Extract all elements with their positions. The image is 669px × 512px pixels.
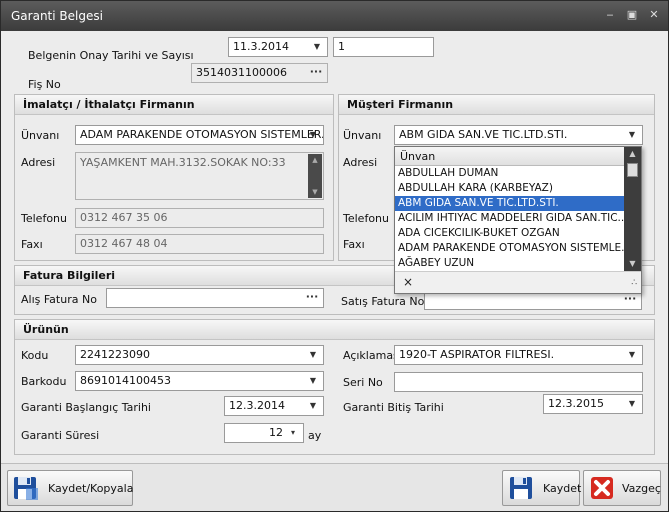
- kaydet-label: Kaydet: [543, 482, 582, 495]
- alis-fatura-input[interactable]: ···: [106, 288, 324, 308]
- vazgec-button[interactable]: Vazgeç: [583, 470, 661, 506]
- seri-label: Seri No: [343, 376, 383, 389]
- vazgec-label: Vazgeç: [622, 482, 661, 495]
- kodu-select[interactable]: 2241223090 ▼: [75, 345, 324, 365]
- kaydet-kopyala-label: Kaydet/Kopyala: [48, 482, 134, 495]
- title-bar: Garanti Belgesi ‒ ▣ ✕: [1, 1, 668, 31]
- imalatci-unvan-label: Ünvanı: [21, 129, 60, 142]
- alis-fatura-label: Alış Fatura No: [21, 293, 97, 306]
- garanti-belgesi-window: Garanti Belgesi ‒ ▣ ✕ Belgenin Onay Tari…: [0, 0, 669, 512]
- scroll-down-icon[interactable]: ▼: [624, 257, 641, 271]
- chevron-down-icon[interactable]: ▼: [311, 38, 323, 56]
- seri-input[interactable]: [394, 372, 643, 392]
- dropdown-column-header[interactable]: Ünvan: [395, 147, 625, 166]
- list-item[interactable]: ABDULLAH KARA (KARBEYAZ): [395, 181, 625, 196]
- musteri-group-title: Müşteri Firmanın: [339, 95, 654, 115]
- imalatci-adres-label: Adresi: [21, 156, 56, 169]
- adres-scrollbar[interactable]: ▲ ▼: [308, 154, 322, 198]
- imalatci-telefon-label: Telefonu: [21, 212, 67, 225]
- fis-no-value: 3514031100006: [196, 66, 287, 79]
- list-item[interactable]: AĞABEY UZUN: [395, 256, 625, 271]
- clear-icon[interactable]: ×: [403, 275, 413, 289]
- fis-label: Fiş No: [28, 78, 61, 91]
- cancel-icon: [591, 477, 613, 499]
- chevron-down-icon[interactable]: ▼: [626, 126, 638, 144]
- urun-group-title: Ürünün: [15, 320, 654, 340]
- musteri-fax-label: Faxı: [343, 238, 365, 251]
- bitis-value: 12.3.2015: [548, 397, 604, 410]
- onay-date-picker[interactable]: 11.3.2014 ▼: [228, 37, 328, 57]
- spin-down-icon[interactable]: ▾: [287, 424, 299, 442]
- kodu-value: 2241223090: [80, 348, 150, 361]
- scroll-up-icon[interactable]: ▲: [624, 147, 641, 161]
- ellipsis-icon[interactable]: ···: [304, 289, 320, 307]
- chevron-down-icon[interactable]: ▼: [626, 395, 638, 413]
- imalatci-fax-value: 0312 467 48 04: [80, 237, 168, 250]
- imalatci-adres-field[interactable]: YAŞAMKENT MAH.3132.SOKAK NO:33 ▲ ▼: [75, 152, 324, 200]
- barkod-select[interactable]: 8691014100453 ▼: [75, 371, 324, 391]
- musteri-telefon-label: Telefonu: [343, 212, 389, 225]
- restore-icon[interactable]: ▣: [625, 8, 639, 22]
- kaydet-button[interactable]: Kaydet: [502, 470, 582, 506]
- list-item[interactable]: ABDULLAH DUMAN: [395, 166, 625, 181]
- imalatci-unvan-select[interactable]: ADAM PARAKENDE OTOMASYON SISTEMLER... ▼: [75, 125, 324, 145]
- sure-unit: ay: [308, 429, 322, 442]
- sure-value: 12: [269, 426, 283, 439]
- onay-number-input[interactable]: 1: [333, 37, 434, 57]
- imalatci-telefon-value: 0312 467 35 06: [80, 211, 168, 224]
- chevron-down-icon[interactable]: ▼: [307, 346, 319, 364]
- chevron-down-icon[interactable]: ▼: [307, 126, 319, 144]
- barkod-label: Barkodu: [21, 375, 67, 388]
- baslangic-label: Garanti Başlangıç Tarihi: [21, 401, 151, 414]
- imalatci-group-title: İmalatçı / İthalatçı Firmanın: [15, 95, 333, 115]
- chevron-down-icon[interactable]: ▼: [307, 372, 319, 390]
- scroll-thumb[interactable]: [627, 163, 638, 177]
- chevron-down-icon[interactable]: ▼: [626, 346, 638, 364]
- onay-date-value: 11.3.2014: [233, 40, 289, 53]
- imalatci-fax-field[interactable]: 0312 467 48 04: [75, 234, 324, 254]
- onay-label: Belgenin Onay Tarihi ve Sayısı: [28, 49, 194, 62]
- chevron-down-icon[interactable]: ▼: [307, 397, 319, 415]
- list-item[interactable]: ADA CICEKCILIK-BUKET OZGAN: [395, 226, 625, 241]
- kaydet-kopyala-button[interactable]: Kaydet/Kopyala: [7, 470, 133, 506]
- aciklama-select[interactable]: 1920-T ASPIRATOR FILTRESI. ▼: [394, 345, 643, 365]
- musteri-unvan-label: Ünvanı: [343, 129, 382, 142]
- baslangic-value: 12.3.2014: [229, 399, 285, 412]
- dropdown-footer: × ∴: [395, 271, 641, 293]
- aciklama-value: 1920-T ASPIRATOR FILTRESI.: [399, 348, 555, 361]
- imalatci-fax-label: Faxı: [21, 238, 43, 251]
- kodu-label: Kodu: [21, 349, 49, 362]
- imalatci-telefon-field[interactable]: 0312 467 35 06: [75, 208, 324, 228]
- barkod-value: 8691014100453: [80, 374, 171, 387]
- sure-label: Garanti Süresi: [21, 429, 100, 442]
- musteri-unvan-dropdown: Ünvan ABDULLAH DUMAN ABDULLAH KARA (KARB…: [394, 146, 642, 294]
- dropdown-list: ABDULLAH DUMAN ABDULLAH KARA (KARBEYAZ) …: [395, 166, 625, 271]
- musteri-unvan-value: ABM GIDA SAN.VE TIC.LTD.STI.: [399, 128, 568, 141]
- list-item[interactable]: ACILIM IHTIYAC MADDELERI GIDA SAN.TIC...: [395, 211, 625, 226]
- musteri-adres-label: Adresi: [343, 156, 378, 169]
- baslangic-date-picker[interactable]: 12.3.2014 ▼: [224, 396, 324, 416]
- minimize-icon[interactable]: ‒: [603, 8, 617, 22]
- imalatci-unvan-value: ADAM PARAKENDE OTOMASYON SISTEMLER...: [80, 128, 324, 141]
- resize-grip-icon[interactable]: ∴: [631, 278, 637, 288]
- bitis-label: Garanti Bitiş Tarihi: [343, 401, 444, 414]
- onay-number-value: 1: [338, 40, 345, 53]
- fis-no-field[interactable]: 3514031100006 ···: [191, 63, 328, 83]
- window-title: Garanti Belgesi: [11, 9, 103, 23]
- bitis-date-picker[interactable]: 12.3.2015 ▼: [543, 394, 643, 414]
- ellipsis-icon[interactable]: ···: [308, 64, 324, 82]
- musteri-unvan-select[interactable]: ABM GIDA SAN.VE TIC.LTD.STI. ▼: [394, 125, 643, 145]
- scroll-up-icon[interactable]: ▲: [308, 154, 322, 166]
- list-item[interactable]: ADAM PARAKENDE OTOMASYON SISTEMLE...: [395, 241, 625, 256]
- satis-fatura-label: Satış Fatura No: [341, 295, 425, 308]
- dropdown-scrollbar[interactable]: ▲ ▼: [624, 147, 641, 271]
- sure-spinner[interactable]: 12 ▾: [224, 423, 304, 443]
- close-icon[interactable]: ✕: [647, 8, 661, 22]
- list-item-selected[interactable]: ABM GIDA SAN.VE TIC.LTD.STI.: [395, 196, 625, 211]
- floppy-disk-icon: [510, 477, 532, 499]
- scroll-down-icon[interactable]: ▼: [308, 186, 322, 198]
- floppy-disk-icon: [14, 477, 38, 500]
- imalatci-adres-value: YAŞAMKENT MAH.3132.SOKAK NO:33: [80, 156, 286, 169]
